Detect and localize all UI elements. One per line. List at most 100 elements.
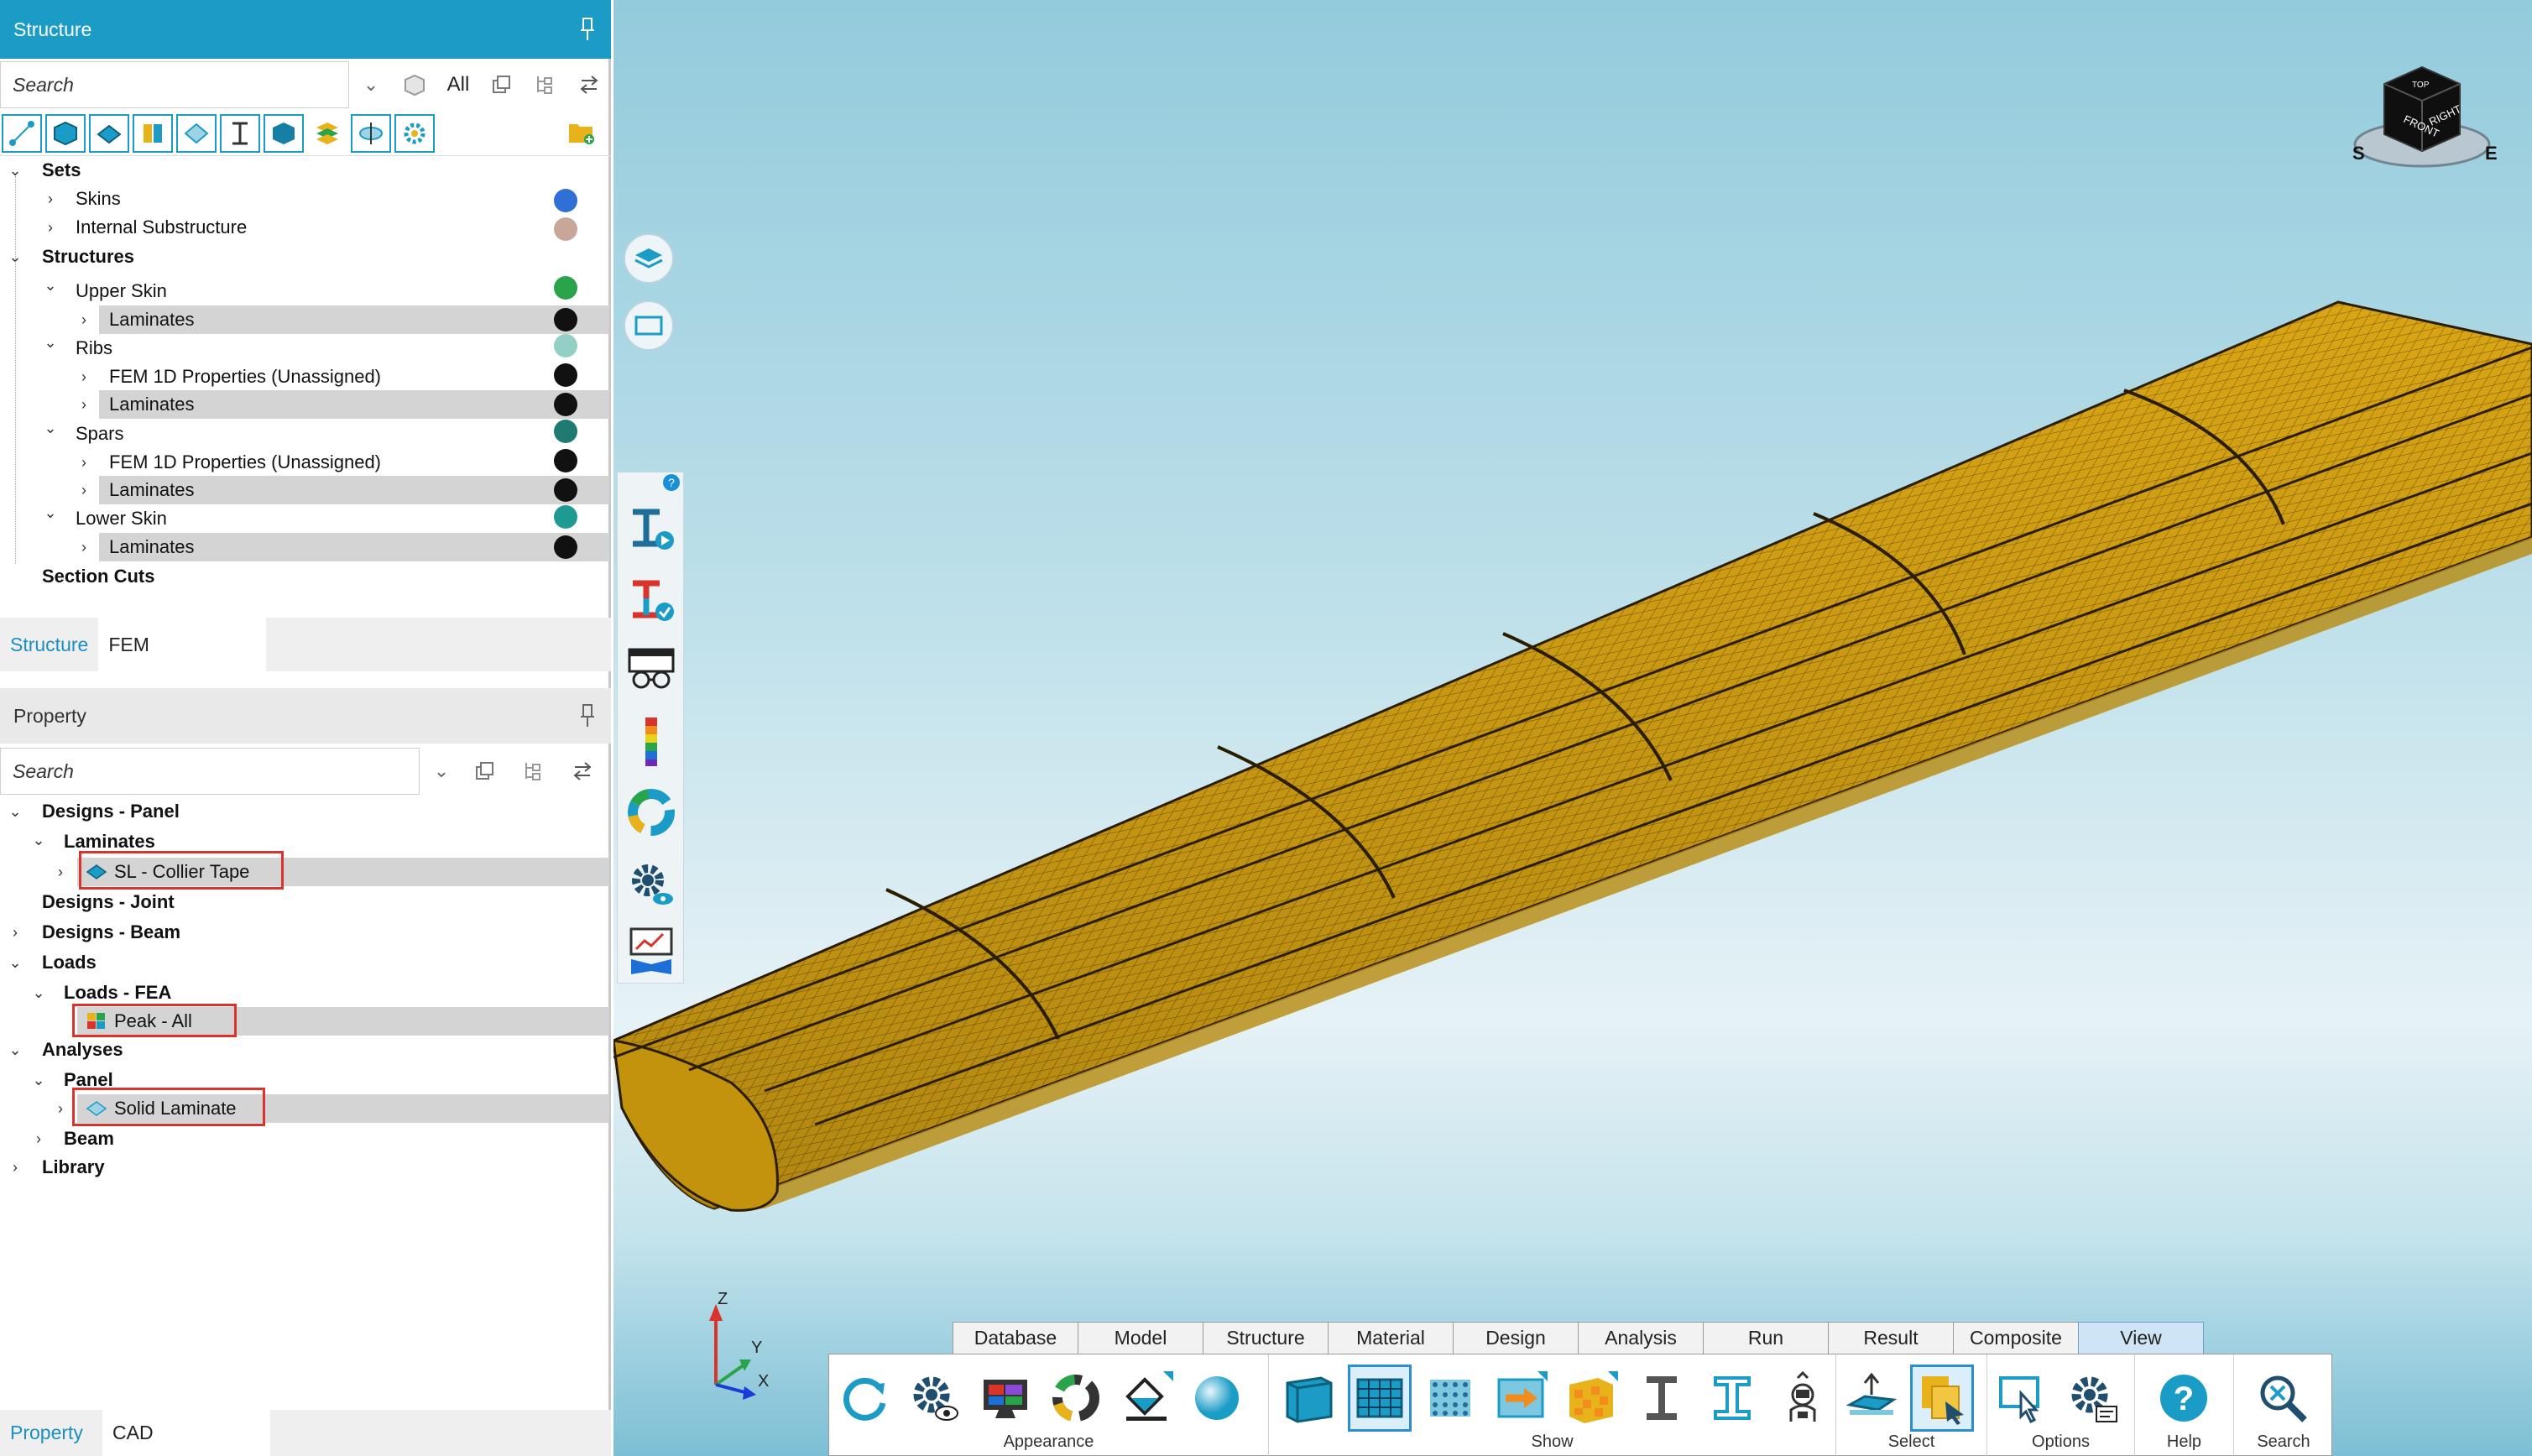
laminates-color-dot[interactable] (554, 535, 577, 559)
select-surface-icon[interactable] (1840, 1365, 1903, 1432)
box-icon[interactable] (264, 113, 304, 153)
chevron-down-icon[interactable]: ⌄ (42, 277, 59, 294)
tree-laminates[interactable]: Laminates (109, 305, 195, 334)
wing-mesh-model[interactable] (613, 0, 2532, 1456)
lower-skin-color-dot[interactable] (554, 505, 577, 529)
chevron-down-icon[interactable]: ⌄ (42, 504, 59, 521)
show-beam-outline-icon[interactable] (1700, 1365, 1764, 1432)
sphere-icon[interactable] (1185, 1365, 1249, 1432)
cube-filter-icon[interactable] (393, 61, 436, 108)
show-beam-icon[interactable] (1630, 1365, 1694, 1432)
ribbon-tab-model[interactable]: Model (1078, 1322, 1203, 1354)
beam-icon[interactable] (220, 113, 260, 153)
select-options-icon[interactable] (1991, 1365, 2054, 1432)
chevron-right-icon[interactable]: › (42, 219, 59, 236)
tree-designs-joint[interactable]: Designs - Joint (42, 888, 175, 916)
tree-loads[interactable]: Loads (42, 948, 97, 977)
shell-icon[interactable] (89, 113, 129, 153)
solid-icon[interactable] (45, 113, 86, 153)
spars-color-dot[interactable] (554, 420, 577, 443)
chevron-right-icon[interactable]: › (76, 311, 92, 328)
chevron-down-icon[interactable]: ⌄ (42, 420, 59, 436)
section-cut-icon[interactable] (351, 113, 391, 153)
chevron-right-icon[interactable]: › (7, 1159, 23, 1176)
tree-ribs[interactable]: Ribs (76, 334, 112, 363)
tree-spars[interactable]: Spars (76, 420, 123, 448)
settings-gear-icon[interactable] (394, 113, 435, 153)
joint-icon[interactable] (133, 113, 173, 153)
chevron-down-icon[interactable]: ⌄ (7, 1041, 23, 1058)
paint-bucket-icon[interactable] (1115, 1365, 1178, 1432)
ribbon-tab-run[interactable]: Run (1703, 1322, 1829, 1354)
navigation-cube[interactable]: FRONT RIGHT TOP S E (2342, 50, 2510, 176)
refresh-icon[interactable] (833, 1365, 896, 1432)
chevron-down-icon[interactable]: ⌄ (420, 748, 463, 795)
skins-color-dot[interactable] (554, 189, 577, 212)
swap-icon[interactable] (567, 61, 611, 108)
book-chart-icon[interactable] (624, 921, 678, 980)
upper-skin-color-dot[interactable] (554, 276, 577, 300)
gear-eye-icon[interactable] (903, 1365, 967, 1432)
laminates-color-dot[interactable] (554, 308, 577, 331)
tree-laminates[interactable]: Laminates (109, 390, 195, 419)
color-wheel-icon[interactable] (624, 783, 678, 842)
tree-loads-fea[interactable]: Loads - FEA (64, 978, 171, 1007)
chevron-right-icon[interactable]: › (7, 924, 23, 941)
tree-designs-beam[interactable]: Designs - Beam (42, 918, 180, 947)
tree-section-cuts[interactable]: Section Cuts (42, 562, 154, 591)
chevron-down-icon[interactable]: ⌄ (349, 61, 393, 108)
chevron-down-icon[interactable]: ⌄ (7, 803, 23, 820)
show-nodes-icon[interactable] (1418, 1365, 1482, 1432)
ribbon-tab-result[interactable]: Result (1828, 1322, 1954, 1354)
chevron-right-icon[interactable]: › (30, 1130, 47, 1147)
view-layers-button[interactable] (624, 233, 674, 284)
laminates-color-dot[interactable] (554, 478, 577, 502)
ribbon-tab-view[interactable]: View (2078, 1322, 2204, 1354)
chevron-right-icon[interactable]: › (42, 190, 59, 207)
node-icon[interactable] (2, 113, 42, 153)
tree-beam[interactable]: Beam (64, 1125, 114, 1153)
chevron-right-icon[interactable]: › (76, 368, 92, 385)
chevron-right-icon[interactable]: › (52, 1100, 69, 1117)
tab-property[interactable]: Property (0, 1410, 102, 1456)
ribs-color-dot[interactable] (554, 334, 577, 357)
chevron-down-icon[interactable]: ⌄ (30, 832, 47, 848)
chevron-right-icon[interactable]: › (76, 539, 92, 556)
gear-options-icon[interactable] (2061, 1365, 2125, 1432)
tree-upper-skin[interactable]: Upper Skin (76, 277, 167, 305)
view-glasses-icon[interactable] (624, 640, 678, 699)
tree-fem-1d-properties[interactable]: FEM 1D Properties (Unassigned) (109, 363, 381, 391)
display-color-icon[interactable] (974, 1365, 1037, 1432)
tree-sets[interactable]: Sets (42, 156, 81, 185)
color-wheel-icon[interactable] (1044, 1365, 1108, 1432)
swap-icon[interactable] (561, 748, 604, 795)
ribbon-tab-database[interactable]: Database (953, 1322, 1078, 1354)
show-elements-color-icon[interactable] (1559, 1365, 1623, 1432)
chevron-down-icon[interactable]: ⌄ (7, 954, 23, 971)
ribbon-tab-analysis[interactable]: Analysis (1578, 1322, 1704, 1354)
3d-viewport[interactable]: ? FRONT RIGHT TOP S E Z Y X (613, 0, 2532, 1456)
tree-analyses[interactable]: Analyses (42, 1036, 123, 1064)
chevron-right-icon[interactable]: › (76, 482, 92, 498)
ribbon-tab-material[interactable]: Material (1328, 1322, 1454, 1354)
collapse-all-icon[interactable] (463, 748, 507, 795)
select-element-icon[interactable] (1910, 1365, 1974, 1432)
pin-icon[interactable] (579, 17, 596, 42)
ribbon-tab-composite[interactable]: Composite (1953, 1322, 2079, 1354)
tree-laminates[interactable]: Laminates (109, 533, 195, 561)
tab-fem[interactable]: FEM (98, 618, 267, 671)
show-normals-icon[interactable] (1489, 1365, 1553, 1432)
tree-skins[interactable]: Skins (76, 185, 121, 213)
view-frame-button[interactable] (624, 300, 674, 351)
property-search-input[interactable]: Search (0, 748, 420, 795)
tab-structure[interactable]: Structure (0, 618, 99, 671)
beam-check-icon[interactable] (624, 569, 678, 628)
chevron-right-icon[interactable]: › (76, 454, 92, 471)
new-folder-icon[interactable] (567, 119, 596, 150)
filter-all-label[interactable]: All (436, 61, 480, 108)
laminates-color-dot[interactable] (554, 393, 577, 416)
fem-1d-color-dot[interactable] (554, 449, 577, 472)
chevron-right-icon[interactable]: › (52, 864, 69, 880)
chevron-down-icon[interactable]: ⌄ (30, 984, 47, 1001)
plate-icon[interactable] (176, 113, 217, 153)
